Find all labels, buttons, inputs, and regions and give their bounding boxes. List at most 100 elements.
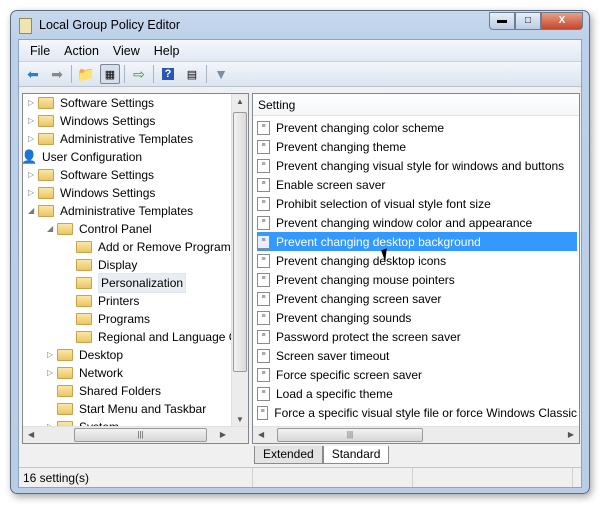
scroll-right-arrow[interactable]: ▶	[568, 430, 574, 439]
view-tabs: Extended Standard	[254, 446, 390, 464]
tree-item[interactable]: Start Menu and Taskbar	[47, 400, 206, 418]
tree-item[interactable]: Display	[66, 256, 137, 274]
tree-item[interactable]: Programs	[66, 310, 150, 328]
policy-setting-icon: ≡	[257, 405, 269, 420]
column-header-setting[interactable]: Setting	[253, 94, 579, 116]
folder-icon	[38, 115, 54, 127]
menu-view[interactable]: View	[106, 44, 147, 58]
tree-item[interactable]: Add or Remove Programs	[66, 238, 237, 256]
setting-row[interactable]: ≡ Prevent changing visual style for windo…	[257, 156, 577, 175]
user-configuration-icon: 👤	[22, 149, 38, 164]
expanded-arrow-icon[interactable]: ◢	[28, 202, 38, 220]
policy-setting-icon: ≡	[257, 253, 270, 268]
expand-arrow-icon[interactable]: ▷	[47, 364, 57, 382]
setting-name: Prevent changing desktop icons	[276, 253, 447, 268]
setting-row[interactable]: ≡ Force specific screen saver	[257, 365, 577, 384]
setting-row[interactable]: ≡ Prevent changing screen saver	[257, 289, 577, 308]
close-button[interactable]: X	[541, 12, 583, 30]
tree-vertical-scrollbar[interactable]: ▲ ▼	[231, 94, 248, 427]
status-bar: 16 setting(s)	[19, 467, 581, 487]
policy-setting-icon: ≡	[257, 234, 270, 249]
setting-row[interactable]: ≡ Prevent changing window color and appea…	[257, 213, 577, 232]
tree-item[interactable]: Shared Folders	[47, 382, 161, 400]
setting-row[interactable]: ≡ Prevent changing desktop background	[257, 232, 577, 251]
show-hide-action-pane-icon[interactable]: ▤	[182, 64, 202, 84]
scroll-down-arrow[interactable]: ▼	[236, 415, 244, 424]
folder-icon	[38, 97, 54, 109]
setting-row[interactable]: ≡ Force a specific visual style file or f…	[257, 403, 577, 422]
folder-icon	[76, 259, 92, 271]
tree-item[interactable]: ◢ Administrative Templates	[28, 202, 193, 220]
folder-icon	[76, 241, 92, 253]
tree-item[interactable]: ▷ Administrative Templates	[28, 130, 193, 148]
scroll-thumb[interactable]: |||	[74, 428, 207, 442]
back-icon[interactable]: ⬅	[23, 64, 43, 84]
export-list-icon[interactable]: ⇨	[129, 64, 149, 84]
folder-icon	[57, 403, 73, 415]
maximize-button[interactable]: □	[515, 12, 541, 30]
help-icon[interactable]: ?	[158, 64, 178, 84]
tree-item[interactable]: ▷ Desktop	[47, 346, 123, 364]
tab-extended[interactable]: Extended	[254, 446, 323, 464]
list-horizontal-scrollbar[interactable]: ◀ ||| ▶	[253, 426, 579, 443]
scroll-left-arrow[interactable]: ◀	[258, 430, 264, 439]
setting-name: Prevent changing window color and appear…	[276, 215, 533, 230]
tree-item[interactable]: 👤 User Configuration	[22, 148, 143, 166]
expand-arrow-icon[interactable]: ▷	[28, 112, 38, 130]
menu-help[interactable]: Help	[147, 44, 187, 58]
tree-item[interactable]: ▷ Software Settings	[28, 166, 154, 184]
menu-bar: File Action View Help	[19, 40, 581, 62]
forward-icon[interactable]: ➡	[47, 64, 67, 84]
expand-arrow-icon[interactable]: ▷	[47, 346, 57, 364]
filter-icon[interactable]: ▼	[211, 64, 231, 84]
setting-name: Password protect the screen saver	[276, 329, 461, 344]
tree-item[interactable]: Regional and Language Options	[66, 328, 248, 346]
expand-arrow-icon[interactable]: ▷	[28, 94, 38, 112]
tree-item[interactable]: ▷ Windows Settings	[28, 112, 155, 130]
tree-item-label: Network	[79, 366, 124, 380]
tree-item[interactable]: Printers	[66, 292, 139, 310]
folder-icon	[57, 349, 73, 361]
tree-item[interactable]: ◢ Control Panel	[47, 220, 152, 238]
tree-item[interactable]: Personalization	[66, 273, 187, 293]
minimize-button[interactable]: ▬	[489, 12, 515, 30]
menu-action[interactable]: Action	[57, 44, 106, 58]
tree-item-label: User Configuration	[42, 150, 143, 164]
expand-arrow-icon[interactable]: ▷	[28, 166, 38, 184]
expand-arrow-icon[interactable]: ▷	[28, 130, 38, 148]
tree-horizontal-scrollbar[interactable]: ◀ ||| ▶	[23, 426, 248, 443]
setting-row[interactable]: ≡ Prevent changing desktop icons	[257, 251, 577, 270]
toolbar-separator	[153, 65, 154, 83]
show-hide-tree-icon[interactable]: ▦	[100, 64, 120, 84]
setting-row[interactable]: ≡ Screen saver timeout	[257, 346, 577, 365]
tree-item[interactable]: ▷ Windows Settings	[28, 184, 155, 202]
tree-item[interactable]: ▷ Software Settings	[28, 94, 154, 112]
setting-row[interactable]: ≡ Prevent changing color scheme	[257, 118, 577, 137]
expanded-arrow-icon[interactable]: ◢	[47, 220, 57, 238]
tab-standard[interactable]: Standard	[322, 446, 390, 464]
setting-row[interactable]: ≡ Prevent changing theme	[257, 137, 577, 156]
up-folder-icon[interactable]: 📁	[76, 64, 96, 84]
setting-row[interactable]: ≡ Prevent changing sounds	[257, 308, 577, 327]
tree-item-label: Printers	[98, 294, 140, 308]
scroll-right-arrow[interactable]: ▶	[220, 430, 226, 439]
policy-setting-icon: ≡	[257, 386, 270, 401]
group-policy-app-icon	[19, 18, 32, 34]
menu-file[interactable]: File	[23, 44, 57, 58]
tree-item-label: Administrative Templates	[60, 204, 194, 218]
tree-item-label: Display	[98, 258, 138, 272]
scroll-up-arrow[interactable]: ▲	[236, 97, 244, 106]
setting-row[interactable]: ≡ Enable screen saver	[257, 175, 577, 194]
scroll-left-arrow[interactable]: ◀	[28, 430, 34, 439]
scroll-thumb[interactable]: |||	[277, 428, 423, 442]
scroll-thumb[interactable]	[233, 112, 247, 372]
tree-item[interactable]: ▷ Network	[47, 364, 123, 382]
setting-row[interactable]: ≡ Prevent changing mouse pointers	[257, 270, 577, 289]
setting-row[interactable]: ≡ Password protect the screen saver	[257, 327, 577, 346]
policy-setting-icon: ≡	[257, 215, 270, 230]
setting-row[interactable]: ≡ Load a specific theme	[257, 384, 577, 403]
setting-row[interactable]: ≡ Prohibit selection of visual style font…	[257, 194, 577, 213]
setting-name: Prohibit selection of visual style font …	[276, 196, 491, 211]
setting-name: Enable screen saver	[276, 177, 386, 192]
expand-arrow-icon[interactable]: ▷	[28, 184, 38, 202]
